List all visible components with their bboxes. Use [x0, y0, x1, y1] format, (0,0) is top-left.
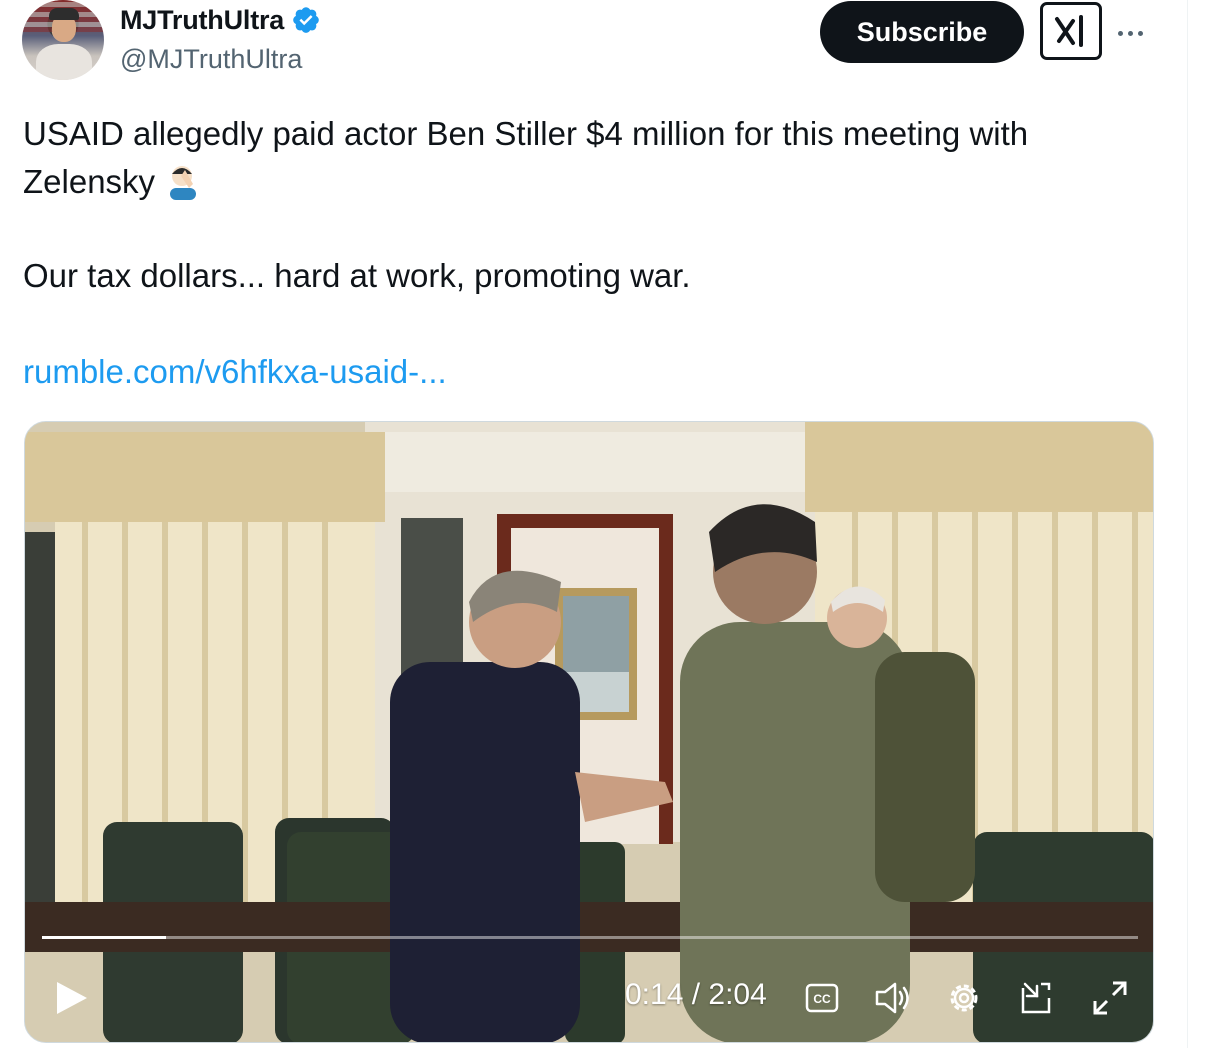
settings-icon[interactable] — [945, 979, 983, 1017]
avatar[interactable] — [22, 0, 104, 80]
video-duration: 2:04 — [708, 978, 767, 1011]
avatar-coat — [36, 44, 92, 80]
avatar-hat — [49, 8, 79, 20]
fullscreen-icon[interactable] — [1091, 979, 1129, 1017]
more-dots-icon[interactable] — [1118, 18, 1152, 48]
play-icon[interactable] — [55, 980, 89, 1016]
svg-text:CC: CC — [813, 992, 831, 1006]
grok-icon — [1055, 15, 1083, 47]
facepalm-emoji-icon — [170, 166, 197, 200]
volume-icon[interactable] — [873, 980, 913, 1016]
verified-badge-icon[interactable] — [291, 5, 321, 35]
tweet-text-line-2-row: Zelensky — [23, 158, 201, 206]
video-time-display: 0:14 / 2:04 — [625, 978, 767, 1011]
author-handle[interactable]: @MJTruthUltra — [120, 44, 302, 75]
tweet-page: MJTruthUltra @MJTruthUltra Subscribe USA… — [0, 0, 1206, 1048]
video-progress-fill — [42, 936, 166, 939]
grok-button[interactable] — [1040, 2, 1102, 60]
video-frame — [25, 422, 1153, 1042]
tweet-text-line-3: Our tax dollars... hard at work, promoti… — [23, 257, 691, 294]
picture-in-picture-icon[interactable] — [1019, 980, 1055, 1016]
subscribe-button[interactable]: Subscribe — [820, 1, 1024, 63]
column-divider — [1187, 0, 1188, 1048]
author-display-name[interactable]: MJTruthUltra — [120, 5, 284, 36]
captions-icon[interactable]: CC — [805, 982, 839, 1014]
video-current-time: 0:14 — [625, 978, 684, 1011]
tweet-text-line-2: Zelensky — [23, 163, 156, 200]
video-progress-bar[interactable] — [42, 936, 1138, 939]
tweet-link[interactable]: rumble.com/v6hfkxa-usaid-... — [23, 348, 447, 396]
author-name-row: MJTruthUltra — [120, 3, 321, 37]
video-player[interactable]: 0:14 / 2:04 CC — [24, 421, 1154, 1043]
tweet-text-line-1: USAID allegedly paid actor Ben Stiller $… — [23, 115, 1029, 152]
